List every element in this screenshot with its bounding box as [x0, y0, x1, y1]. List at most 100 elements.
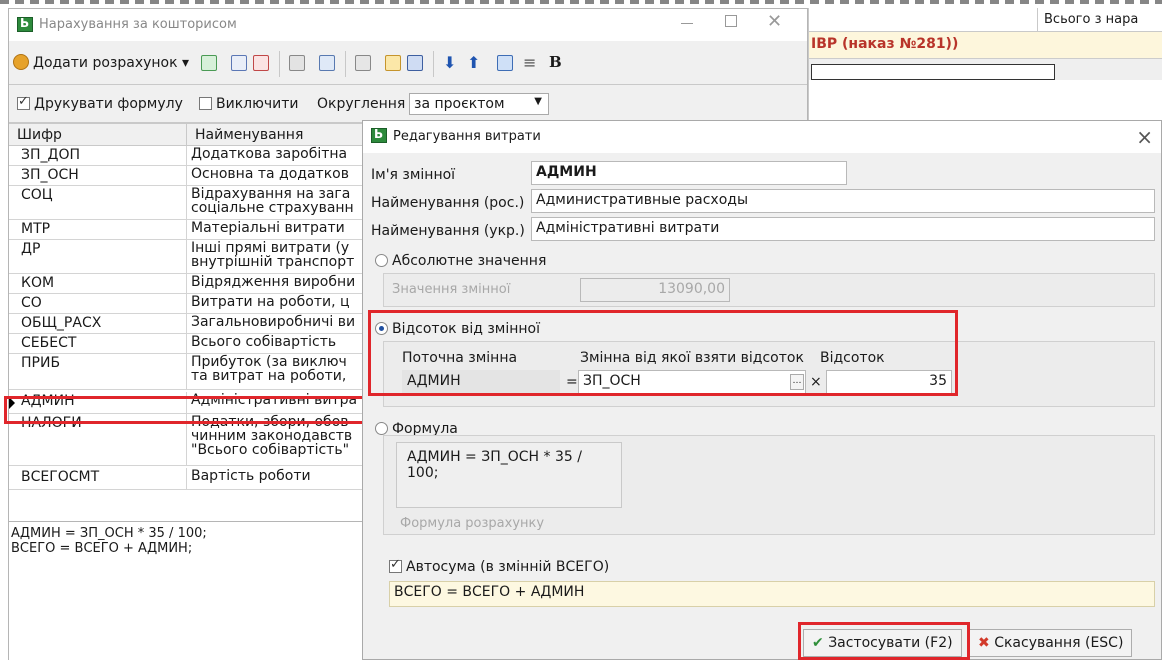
row-code: ОБЩ_РАСХ	[9, 314, 187, 333]
toolbar-separator	[345, 51, 346, 77]
row-code: СОЦ	[9, 186, 187, 219]
row-code: ДР	[9, 240, 187, 273]
row-name-line2: чинним законодавств	[191, 428, 353, 444]
row-name: Відрахування на зага	[191, 186, 351, 202]
toolbar: Додати розрахунок ▾ ⬇ ⬆ ≡ B	[9, 43, 807, 85]
table-row[interactable]: МТР Матеріальні витрати	[9, 220, 371, 240]
move-up-icon[interactable]: ⬆	[467, 53, 480, 72]
import-icon[interactable]	[319, 55, 335, 71]
rounding-label: Округлення	[317, 96, 406, 112]
exclude-checkbox[interactable]: Виключити	[199, 96, 299, 112]
row-name: Витрати на роботи, ц	[191, 294, 350, 310]
bg-header-cell: Всього з нара	[1037, 8, 1162, 32]
row-code: ВСЕГОСМТ	[9, 468, 187, 489]
rounding-value: за проєктом	[414, 96, 505, 112]
radio-icon	[375, 254, 388, 267]
dropdown-arrow-icon[interactable]: ▾	[182, 55, 189, 71]
table-row[interactable]: ПРИБ Прибуток (за виключ та витрат на робо…	[9, 354, 371, 390]
align-center-icon[interactable]: ≡	[523, 53, 536, 72]
col-header-name[interactable]: Найменування	[187, 124, 371, 146]
absolute-group: Значення змінної 13090,00	[383, 273, 1155, 307]
app-icon	[17, 16, 33, 32]
table-row[interactable]: ОБЩ_РАСХ Загальновиробничі ви	[9, 314, 371, 334]
close-icon[interactable]: ✕	[767, 11, 782, 32]
add-calculation-button[interactable]: Додати розрахунок ▾	[13, 54, 189, 71]
table-row[interactable]: ВСЕГОСМТ Вартість роботи	[9, 468, 371, 490]
row-name-line3: "Всього собівартість"	[191, 442, 350, 458]
row-name: Додаткова заробітна	[191, 146, 348, 162]
edit-icon[interactable]	[231, 55, 247, 71]
table-row[interactable]: ЗП_ДОП Додаткова заробітна	[9, 146, 371, 166]
row-code: ЗП_ДОП	[9, 146, 187, 165]
apply-highlight-box	[798, 622, 970, 660]
autosum-field[interactable]: ВСЕГО = ВСЕГО + АДМИН	[389, 581, 1155, 607]
row-name-line2: внутрішній транспорт	[191, 254, 355, 270]
absolute-label: Абсолютне значення	[392, 253, 547, 269]
table-row[interactable]: КОМ Відрядження виробни	[9, 274, 371, 294]
var-name-input[interactable]: АДМИН	[531, 161, 847, 185]
save-icon[interactable]	[407, 55, 423, 71]
name-ru-input[interactable]: Административные расходы	[531, 189, 1155, 213]
col-header-code[interactable]: Шифр	[9, 124, 187, 146]
row-name: Загальновиробничі ви	[191, 314, 356, 330]
row-code: КОМ	[9, 274, 187, 293]
minimize-icon[interactable]	[681, 23, 693, 24]
cancel-button[interactable]: ✖ Скасування (ESC)	[969, 629, 1133, 657]
name-uk-input[interactable]: Адміністративні витрати	[531, 217, 1155, 241]
dialog-titlebar: Редагування витрати ×	[363, 121, 1161, 153]
move-down-icon[interactable]: ⬇	[443, 53, 456, 72]
options-bar: Друкувати формулу Виключити Округлення з…	[9, 85, 807, 123]
formula-memo[interactable]: АДМИН = ЗП_ОСН * 35 / 100; ВСЕГО = ВСЕГО…	[9, 521, 371, 661]
absolute-radio[interactable]: Абсолютне значення	[375, 253, 546, 269]
abs-value-label: Значення змінної	[392, 282, 511, 297]
row-name: Відрядження виробни	[191, 274, 356, 290]
bold-button[interactable]: B	[549, 53, 562, 71]
close-icon[interactable]: ×	[1136, 125, 1153, 149]
app-icon	[371, 127, 387, 143]
formula-editor[interactable]: АДМИН = ЗП_ОСН * 35 / 100;	[396, 442, 622, 508]
maximize-icon[interactable]	[725, 15, 737, 27]
rounding-select[interactable]: за проєктом ▼	[409, 93, 549, 115]
row-name: Інші прямі витрати (у	[191, 240, 350, 256]
open-folder-icon[interactable]	[385, 55, 401, 71]
delete-icon[interactable]	[253, 55, 269, 71]
add-icon	[13, 54, 29, 70]
table-row[interactable]: ДР Інші прямі витрати (у внутрішній трансп…	[9, 240, 371, 274]
row-name-cell: Відрахування на зага соціальне страхуванн	[187, 186, 371, 219]
exclude-label: Виключити	[216, 96, 299, 112]
row-code: СЕБЕСТ	[9, 334, 187, 353]
cropped-text-strip	[0, 0, 1162, 8]
bg-highlight-text: ІВР (наказ №281))	[811, 36, 959, 52]
row-name-cell: Прибуток (за виключ та витрат на роботи,	[187, 354, 371, 389]
name-uk-label: Найменування (укр.)	[371, 223, 525, 239]
toolbar-separator	[279, 51, 280, 77]
abs-value-input[interactable]: 13090,00	[580, 278, 730, 302]
table-row[interactable]: ЗП_ОСН Основна та додатков	[9, 166, 371, 186]
memo-line: АДМИН = ЗП_ОСН * 35 / 100;	[11, 526, 207, 541]
cancel-x-icon: ✖	[978, 635, 990, 651]
autosum-checkbox[interactable]: Автосума (в змінній ВСЕГО)	[389, 557, 609, 575]
checkbox-icon	[199, 97, 212, 110]
cancel-label: Скасування (ESC)	[994, 635, 1124, 651]
row-name: Матеріальні витрати	[191, 220, 345, 236]
align-left-icon[interactable]	[497, 55, 513, 71]
insert-icon[interactable]	[201, 55, 217, 71]
table-row[interactable]: СО Витрати на роботи, ц	[9, 294, 371, 314]
formula-group: АДМИН = ЗП_ОСН * 35 / 100; Формула розра…	[383, 435, 1155, 535]
table-row[interactable]: СЕБЕСТ Всього собівартість	[9, 334, 371, 354]
bg-field	[811, 64, 1055, 80]
toolbar-separator	[433, 51, 434, 77]
print-icon[interactable]	[355, 55, 371, 71]
print-formula-checkbox[interactable]: Друкувати формулу	[17, 94, 183, 112]
calc-icon[interactable]	[289, 55, 305, 71]
formula-hint: Формула розрахунку	[400, 516, 545, 531]
main-titlebar: Нарахування за кошторисом ✕	[9, 9, 807, 41]
row-name: Всього собівартість	[191, 334, 337, 350]
checkbox-checked-icon	[17, 94, 30, 110]
memo-line: ВСЕГО = ВСЕГО + АДМИН;	[11, 541, 193, 556]
add-calculation-label: Додати розрахунок	[33, 55, 178, 71]
table-row[interactable]: СОЦ Відрахування на зага соціальне страхув…	[9, 186, 371, 220]
var-name-label: Ім'я змінної	[371, 167, 456, 183]
radio-icon	[375, 422, 388, 435]
row-name: Прибуток (за виключ	[191, 354, 347, 370]
